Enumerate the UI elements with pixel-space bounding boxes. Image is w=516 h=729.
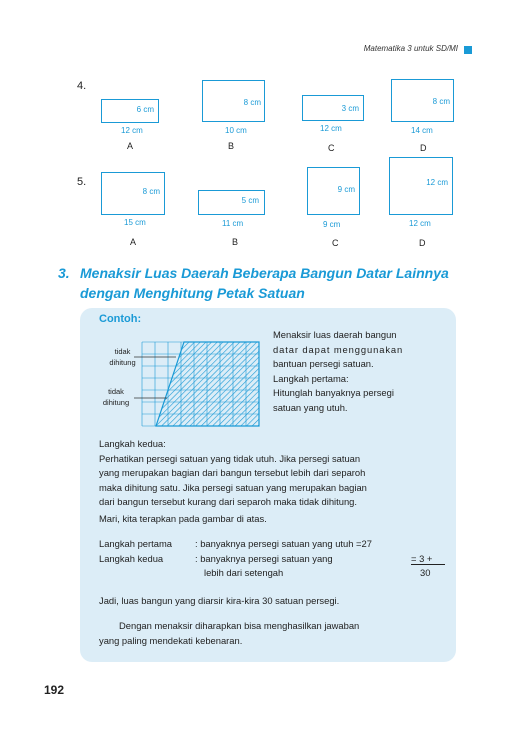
rect-4d-height: 8 cm [432,97,450,106]
intro-text: Menaksir luas daerah bangun datar dapat … [273,328,445,415]
calc-sum-line [411,564,445,565]
rect-5b: 5 cm [198,190,265,215]
rect-5c: 9 cm [307,167,360,215]
section-number: 3. [58,265,70,281]
rect-4c-width: 12 cm [320,124,342,133]
label-not-counted-bottom: tidak dihitung [96,386,136,408]
header-title: Matematika 3 untuk SD/MI [363,44,458,53]
rect-4b-width: 10 cm [225,126,247,135]
section-title-line-1: Menaksir Luas Daerah Beberapa Bangun Dat… [80,265,449,281]
intro-line-4: Langkah pertama: [273,372,349,384]
rect-4d-letter: D [420,143,427,153]
conclusion-text: Jadi, luas bangun yang diarsir kira-kira… [99,595,340,606]
step-two-line-4: dari bangun tersebut kurang dari separoh… [99,496,357,507]
label-bottom-line-2: dihitung [102,398,130,407]
rect-4d-width: 14 cm [411,126,433,135]
intro-line-5: Hitunglah banyaknya persegi [273,387,394,398]
rect-4b-height: 8 cm [243,98,261,107]
calc-step-2-text-cont: lebih dari setengah [204,567,284,578]
intro-line-6: satuan yang utuh. [273,401,348,413]
rect-5c-height: 9 cm [337,185,355,194]
rect-4a-width: 12 cm [121,126,143,135]
rect-5a-letter: A [130,237,137,247]
problem-5-number: 5. [77,176,87,188]
closing-line-1: Dengan menaksir diharapkan bisa menghasi… [119,620,360,631]
rect-4b: 8 cm [202,80,265,122]
hatched-shape [155,341,260,427]
rect-5a-height: 8 cm [142,187,160,196]
rect-4a-height: 6 cm [136,105,154,114]
calc-total: 30 [420,567,431,578]
example-heading: Contoh: [99,313,142,325]
calc-step-1-label: Langkah pertama [99,538,172,549]
closing-line-2: yang paling mendekati kebenaran. [99,634,243,646]
rect-5c-letter: C [332,238,339,248]
intro-line-2: datar dapat menggunakan [273,343,404,355]
rect-4c-letter: C [328,143,335,153]
rect-5d-height: 12 cm [426,178,448,187]
rect-5d: 12 cm [389,157,453,215]
step-two-block: Langkah kedua: Perhatikan persegi satuan… [99,437,445,526]
rect-5a: 8 cm [101,172,165,215]
intro-line-1: Menaksir luas daerah bangun [273,329,397,340]
grid-figure [134,341,260,427]
section-title-line-2: dengan Menghitung Petak Satuan [80,285,305,301]
step-two-heading: Langkah kedua: [99,438,166,449]
header-square-icon [464,46,472,54]
rect-5b-height: 5 cm [241,196,259,205]
intro-line-3: bantuan persegi satuan. [273,358,374,369]
rect-5a-width: 15 cm [124,218,146,227]
calc-step-2-label: Langkah kedua [99,552,164,564]
rect-4a: 6 cm [101,99,159,123]
rect-5d-width: 12 cm [409,219,431,228]
step-two-line-2: yang merupakan bagian dari bangun terseb… [99,467,366,478]
step-two-line-3: maka dihitung satu. Jika persegi satuan … [99,481,367,493]
calculation-block: Langkah pertama : banyaknya persegi satu… [99,537,449,581]
label-bottom-line-1: tidak [108,387,124,396]
rect-4c: 3 cm [302,95,364,121]
closing-text: Dengan menaksir diharapkan bisa menghasi… [99,619,449,648]
rect-5b-width: 11 cm [222,219,244,228]
apply-text: Mari, kita terapkan pada gambar di atas. [99,512,267,524]
page-header: Matematika 3 untuk SD/MI [0,44,516,58]
rect-5b-letter: B [232,237,239,247]
rect-4c-height: 3 cm [341,104,359,113]
rect-4a-letter: A [127,141,134,151]
rect-4b-letter: B [228,141,235,151]
rect-5d-letter: D [419,238,426,248]
calc-step-1-text: : banyaknya persegi satuan yang utuh =27 [195,538,372,549]
page-number: 192 [44,683,65,697]
step-two-line-1: Perhatikan persegi satuan yang tidak utu… [99,452,361,464]
rect-5c-width: 9 cm [323,220,341,229]
calc-step-2-text: : banyaknya persegi satuan yang [195,552,333,564]
problem-4-number: 4. [77,80,87,92]
section-title: 3. Menaksir Luas Daerah Beberapa Bangun D… [58,263,449,303]
rect-4d: 8 cm [391,79,454,122]
